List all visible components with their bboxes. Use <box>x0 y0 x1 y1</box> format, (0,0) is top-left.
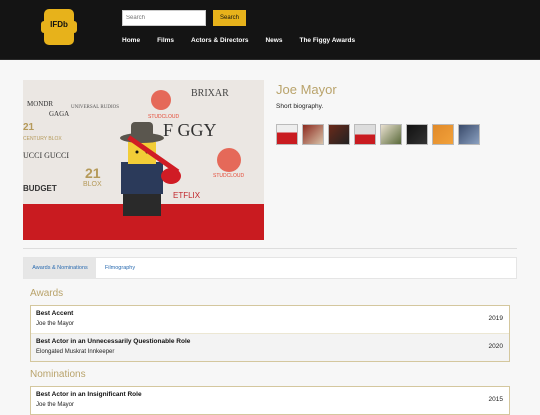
thumbnail-1[interactable] <box>276 124 298 145</box>
svg-text:CENTURY BLOX: CENTURY BLOX <box>23 136 62 142</box>
logo-text: IFDb <box>50 20 68 29</box>
svg-text:BRIXAR: BRIXAR <box>191 88 229 99</box>
section-divider <box>23 248 517 249</box>
award-year: 2020 <box>488 343 503 350</box>
nomination-category: Best Actor in an Insignificant Role <box>36 391 142 398</box>
svg-text:F GGY: F GGY <box>163 120 217 140</box>
svg-text:BUDGET: BUDGET <box>23 184 57 193</box>
nominations-heading: Nominations <box>30 369 86 380</box>
svg-text:UNIVERSAL RUDIOS: UNIVERSAL RUDIOS <box>71 105 119 110</box>
award-row: Best Actor in an Unnecessarily Questiona… <box>31 334 509 361</box>
nav-films[interactable]: Films <box>157 37 174 44</box>
svg-text:21: 21 <box>23 122 35 133</box>
awards-list: Best Accent Joe the Mayor 2019 Best Acto… <box>30 305 510 362</box>
actor-bio: Short biography. <box>276 103 324 110</box>
svg-text:BLOX: BLOX <box>83 181 102 188</box>
search-button[interactable]: Search <box>213 10 246 26</box>
award-category: Best Accent <box>36 310 74 317</box>
thumbnail-8[interactable] <box>458 124 480 145</box>
awards-heading: Awards <box>30 288 64 299</box>
tab-awards-nominations[interactable]: Awards & Nominations <box>24 258 96 279</box>
photo-illustration: MONDR GAGA UNIVERSAL RUDIOS STUDCLOUD BR… <box>23 80 264 240</box>
nomination-film[interactable]: Joe the Mayor <box>36 402 74 408</box>
thumbnail-4[interactable] <box>354 124 376 145</box>
thumbnail-7[interactable] <box>432 124 454 145</box>
thumbnail-6[interactable] <box>406 124 428 145</box>
site-logo[interactable]: IFDb <box>41 9 77 45</box>
nomination-row: Best Actor in an Insignificant Role Joe … <box>31 387 509 414</box>
thumbnail-3[interactable] <box>328 124 350 145</box>
main-nav: Home Films Actors & Directors News The F… <box>122 37 355 44</box>
award-film[interactable]: Joe the Mayor <box>36 321 74 327</box>
award-row: Best Accent Joe the Mayor 2019 <box>31 306 509 334</box>
svg-text:ETFLIX: ETFLIX <box>173 191 201 200</box>
tab-filmography[interactable]: Filmography <box>96 258 144 279</box>
photo-thumbnails <box>276 124 480 145</box>
profile-photo: MONDR GAGA UNIVERSAL RUDIOS STUDCLOUD BR… <box>23 80 264 240</box>
svg-text:GAGA: GAGA <box>49 110 69 118</box>
thumbnail-2[interactable] <box>302 124 324 145</box>
nav-home[interactable]: Home <box>122 37 140 44</box>
nav-figgy-awards[interactable]: The Figgy Awards <box>299 37 355 44</box>
header-divider <box>0 59 540 60</box>
thumbnail-5[interactable] <box>380 124 402 145</box>
nominations-list: Best Actor in an Insignificant Role Joe … <box>30 386 510 415</box>
award-category: Best Actor in an Unnecessarily Questiona… <box>36 338 191 345</box>
tab-bar: Awards & Nominations Filmography <box>23 257 517 279</box>
svg-text:21: 21 <box>85 165 101 181</box>
svg-text:STUDCLOUD: STUDCLOUD <box>213 173 245 179</box>
award-film[interactable]: Elongated Muskrat Innkeeper <box>36 349 114 355</box>
search-input[interactable] <box>122 10 206 26</box>
svg-text:UCCI GUCCI: UCCI GUCCI <box>23 151 69 160</box>
header-bar: IFDb Search Home Films Actors & Director… <box>0 0 540 59</box>
actor-name: Joe Mayor <box>276 82 337 97</box>
award-year: 2019 <box>488 315 503 322</box>
nomination-year: 2015 <box>488 396 503 403</box>
nav-news[interactable]: News <box>265 37 282 44</box>
nav-actors-directors[interactable]: Actors & Directors <box>191 37 248 44</box>
svg-text:MONDR: MONDR <box>27 100 53 108</box>
